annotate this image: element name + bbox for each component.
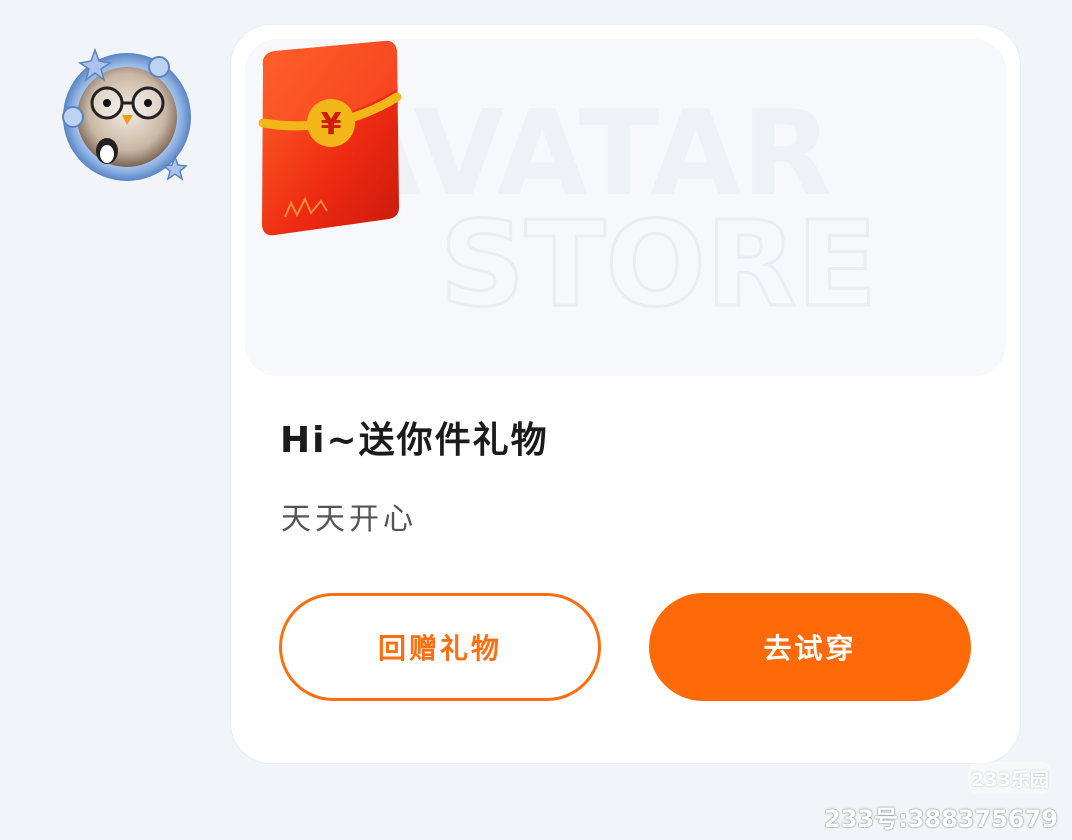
penguin-avatar-icon [62,47,191,181]
return-gift-button[interactable]: 回赠礼物 [279,593,601,701]
gift-title: Hi~送你件礼物 [280,420,549,461]
user-id-watermark: 233号:388375679 [824,805,1058,833]
gift-message: 天天开心 [281,502,417,537]
gift-banner: AVATAR STORE ¥ [245,39,1006,376]
avatar[interactable] [55,45,201,185]
site-logo-watermark: 233乐园 [968,762,1052,794]
currency-symbol: ¥ [321,107,342,142]
red-envelope-icon: ¥ [258,40,402,236]
try-on-button[interactable]: 去试穿 [649,593,971,701]
gift-card: AVATAR STORE ¥ Hi~送你件礼物 天天开心 回赠礼物 去试穿 [231,25,1020,763]
watermark-line2: STORE [440,195,877,333]
